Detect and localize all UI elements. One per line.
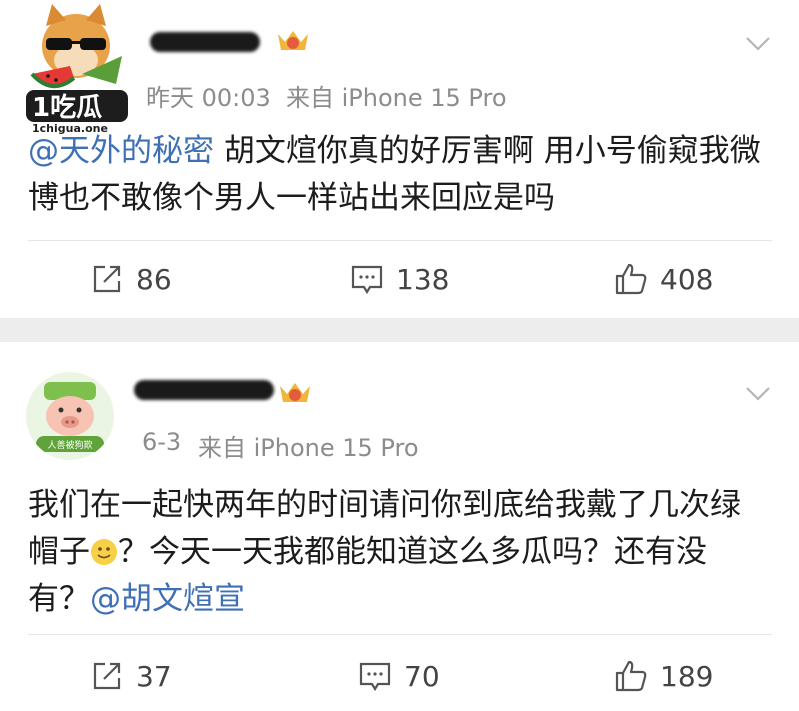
like-icon (615, 660, 647, 692)
like-icon (615, 263, 647, 295)
mention-link[interactable]: @天外的秘密 (28, 133, 214, 169)
watermark-logo: 1吃瓜 1chigua.one (26, 4, 128, 135)
post-text: 我们在一起快两年的时间请问你到底给我戴了几次绿帽子 ？今天一天我都能知道这么多瓜吗… (28, 482, 768, 623)
repost-icon (93, 662, 121, 690)
comment-icon (351, 265, 383, 295)
comment-button[interactable]: 70 (358, 659, 440, 693)
avatar[interactable]: 人善被狗欺 (26, 372, 114, 460)
like-count: 189 (660, 659, 714, 693)
repost-icon (93, 265, 121, 293)
vip-badge-icon (280, 383, 310, 402)
post-source: 来自 iPhone 15 Pro (286, 84, 507, 112)
repost-button[interactable]: 37 (90, 659, 172, 693)
like-button[interactable]: 189 (614, 659, 713, 693)
avatar-caption: 人善被狗欺 (47, 439, 92, 451)
section-gap (0, 318, 799, 342)
comment-icon (359, 662, 391, 692)
post-time: 昨天 00:03 (146, 84, 271, 112)
smile-emoji-icon (91, 539, 117, 565)
chevron-down-icon[interactable] (745, 386, 771, 402)
repost-count: 37 (136, 659, 172, 693)
repost-count: 86 (136, 262, 172, 296)
vip-badge-icon (278, 31, 308, 50)
repost-button[interactable]: 86 (90, 262, 172, 296)
like-count: 408 (660, 262, 714, 296)
comment-button[interactable]: 138 (350, 262, 449, 296)
mention-link[interactable]: @胡文煊宣 (90, 581, 245, 617)
divider (28, 634, 772, 635)
pig-avatar-icon: 人善被狗欺 (36, 382, 104, 452)
comment-count: 70 (404, 659, 440, 693)
username-redacted[interactable] (134, 380, 274, 400)
chevron-down-icon[interactable] (745, 36, 771, 52)
divider (28, 240, 772, 241)
post-card: 1吃瓜 1chigua.one 昨天 00:03 来自 iPhone 15 Pr… (0, 0, 799, 318)
comment-count: 138 (396, 262, 450, 296)
username-redacted[interactable] (150, 32, 260, 52)
post-time: 6-3 (142, 428, 182, 456)
post-source: 来自 iPhone 15 Pro (198, 434, 419, 462)
watermark-brand: 1吃瓜 (32, 93, 102, 123)
like-button[interactable]: 408 (614, 262, 713, 296)
post-text: @天外的秘密 胡文煊你真的好厉害啊 用小号偷窥我微博也不敢像个男人一样站出来回应… (28, 128, 768, 222)
